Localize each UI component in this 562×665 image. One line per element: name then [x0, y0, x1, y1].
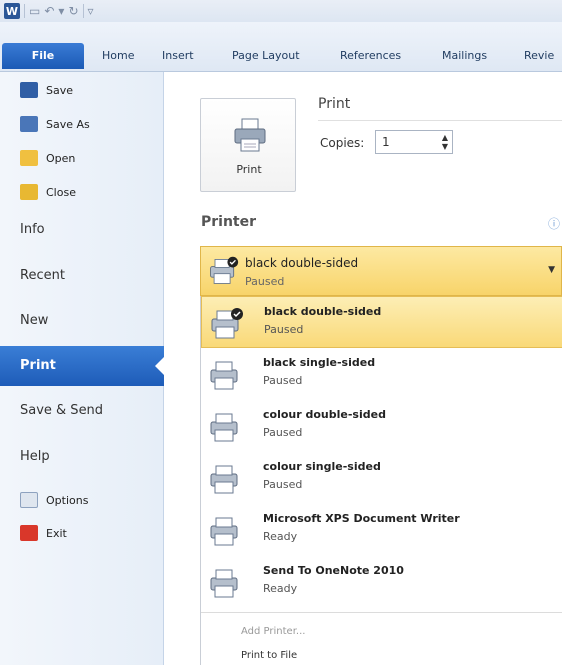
ribbon-tabs: File Home Insert Page Layout References …: [0, 22, 562, 72]
print-heading: Print: [318, 96, 351, 112]
list-item[interactable]: black double-sided Paused: [201, 296, 562, 348]
print-to-file-item[interactable]: Print to File: [241, 650, 297, 661]
printer-icon: [210, 517, 238, 546]
printer-status: Paused: [263, 374, 303, 387]
tab-page-layout[interactable]: Page Layout: [232, 43, 300, 69]
list-divider: [201, 612, 562, 613]
close-label: Close: [46, 185, 76, 199]
redo-icon[interactable]: ↻: [68, 4, 78, 18]
exit-icon: [20, 525, 38, 541]
printer-status: Paused: [263, 426, 303, 439]
open-folder-icon: [20, 150, 38, 166]
qat-separator: [24, 4, 25, 18]
printer-heading: Printer: [201, 214, 257, 230]
save-as-label: Save As: [46, 117, 90, 131]
copies-stepper[interactable]: 1 ▲ ▼: [375, 130, 453, 154]
printer-icon: [210, 361, 238, 390]
nav-info[interactable]: Info: [0, 210, 164, 250]
options-icon: [20, 492, 38, 508]
printer-list: black double-sided Paused black single-s…: [200, 296, 562, 665]
list-item[interactable]: black single-sided Paused: [201, 348, 562, 400]
close-folder-icon: [20, 184, 38, 200]
list-item[interactable]: colour double-sided Paused: [201, 400, 562, 452]
selected-printer-name: black double-sided: [245, 256, 359, 270]
printer-status: Ready: [263, 530, 298, 543]
tab-review[interactable]: Revie: [524, 43, 554, 69]
undo-icon[interactable]: ↶: [44, 4, 54, 18]
printer-name: colour single-sided: [263, 460, 381, 473]
backstage-nav: Save Save As Open Close Info Recent New …: [0, 72, 165, 665]
tab-references[interactable]: References: [340, 43, 401, 69]
customize-qat-icon[interactable]: ▿: [88, 4, 94, 18]
printer-status: Paused: [263, 478, 303, 491]
printer-default-icon: [211, 308, 243, 339]
open-command[interactable]: Open: [20, 148, 75, 168]
printer-status: Ready: [263, 582, 298, 595]
selected-printer-status: Paused: [245, 275, 285, 288]
save-icon: [20, 82, 38, 98]
spinner-arrows-icon[interactable]: ▲ ▼: [442, 133, 448, 151]
list-item[interactable]: Microsoft XPS Document Writer Ready: [201, 504, 562, 556]
nav-save-and-send[interactable]: Save & Send: [0, 391, 164, 431]
qat-separator: [82, 4, 84, 18]
print-button[interactable]: Print: [200, 98, 296, 192]
exit-command[interactable]: Exit: [20, 523, 67, 543]
printer-dropdown[interactable]: black double-sided Paused ▼: [200, 246, 562, 296]
nav-help[interactable]: Help: [0, 437, 164, 477]
open-label: Open: [46, 151, 76, 165]
undo-dropdown-icon[interactable]: ▾: [58, 4, 64, 18]
chevron-down-icon: ▼: [548, 265, 555, 275]
printer-name: Microsoft XPS Document Writer: [263, 512, 460, 525]
save-icon[interactable]: ▭: [29, 4, 40, 18]
printer-status: Paused: [264, 323, 304, 336]
copies-value: 1: [382, 135, 390, 149]
printer-icon: [210, 465, 238, 494]
tab-home[interactable]: Home: [102, 43, 134, 69]
copies-label: Copies:: [320, 136, 365, 150]
options-command[interactable]: Options: [20, 490, 88, 510]
add-printer-item[interactable]: Add Printer...: [241, 626, 305, 637]
list-item[interactable]: Send To OneNote 2010 Ready: [201, 556, 562, 608]
save-label: Save: [46, 83, 74, 97]
printer-name: black double-sided: [264, 305, 382, 318]
exit-label: Exit: [46, 526, 67, 540]
print-button-label: Print: [236, 163, 262, 176]
printer-icon: [234, 118, 266, 152]
printer-name: black single-sided: [263, 356, 376, 369]
list-item[interactable]: colour single-sided Paused: [201, 452, 562, 504]
save-command[interactable]: Save: [20, 80, 73, 100]
printer-paused-icon: [210, 256, 239, 284]
tab-file[interactable]: File: [2, 43, 84, 69]
close-command[interactable]: Close: [20, 182, 76, 202]
quick-access-toolbar: W ▭ ↶ ▾ ↻ ▿: [0, 0, 562, 22]
options-label: Options: [46, 493, 89, 507]
nav-print[interactable]: Print: [0, 346, 165, 386]
nav-new[interactable]: New: [0, 301, 164, 341]
word-app-icon[interactable]: W: [4, 3, 20, 19]
save-as-icon: [20, 116, 38, 132]
printer-name: colour double-sided: [263, 408, 386, 421]
printer-icon: [210, 413, 238, 442]
heading-divider: [318, 120, 562, 121]
info-icon[interactable]: ⓘ: [548, 215, 560, 232]
printer-name: Send To OneNote 2010: [263, 564, 404, 577]
nav-recent[interactable]: Recent: [0, 256, 164, 296]
tab-insert[interactable]: Insert: [162, 43, 194, 69]
printer-icon: [210, 569, 238, 598]
save-as-command[interactable]: Save As: [20, 114, 90, 134]
tab-mailings[interactable]: Mailings: [442, 43, 487, 69]
